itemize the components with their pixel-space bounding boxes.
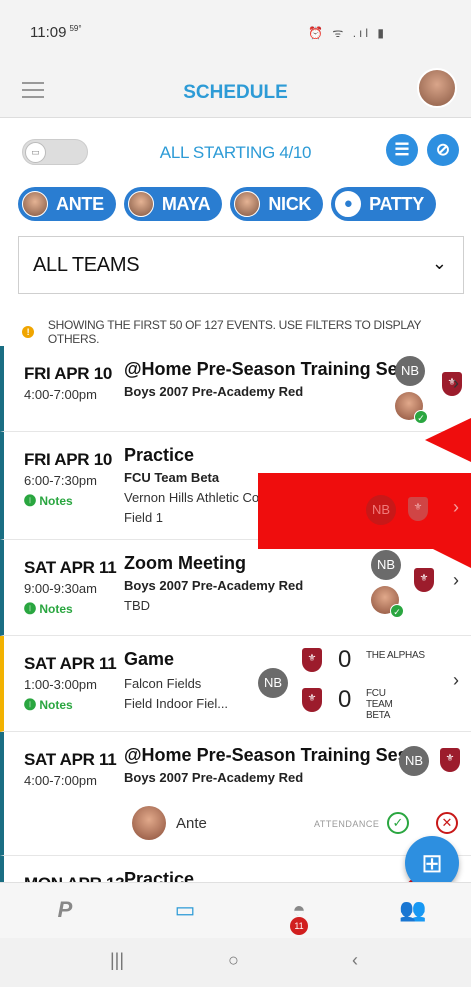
- event-title: Practice: [124, 869, 195, 882]
- event-row[interactable]: SAT APR 11 1:00-3:00pm 🅘 Notes Game Falc…: [0, 636, 471, 732]
- status-icons: ⏰ ᯤ .ıl ▮: [308, 26, 387, 40]
- filter-icon[interactable]: ☰: [386, 134, 418, 166]
- attendee-name: Ante: [176, 815, 207, 832]
- messages-badge: 11: [290, 917, 308, 935]
- event-date: FRI APR 10: [24, 364, 113, 383]
- info-icon: !: [22, 326, 34, 338]
- event-title: Practice: [124, 445, 195, 465]
- event-time: 4:00-7:00pm: [24, 773, 97, 788]
- chevron-right-icon: ›: [453, 497, 459, 517]
- back-icon[interactable]: ‹: [352, 950, 358, 971]
- away-score: 0: [338, 686, 352, 713]
- event-row[interactable]: MON APR 13 Practice: [0, 856, 471, 882]
- bottom-tab-bar: P ▭ ◓ 11 👥: [0, 882, 471, 938]
- nb-badge: NB: [395, 356, 425, 386]
- event-date: SAT APR 11: [24, 558, 117, 577]
- nb-badge: NB: [366, 495, 396, 525]
- annotation-box: NB ⚜ ›: [258, 473, 471, 549]
- check-icon: ✓: [414, 410, 428, 424]
- team-select[interactable]: ALL TEAMS ⌄: [18, 236, 464, 294]
- event-time: 6:00-7:30pm: [24, 473, 97, 488]
- event-row[interactable]: SAT APR 11 4:00-7:00pm @Home Pre-Season …: [0, 732, 471, 856]
- events-notice: ! SHOWING THE FIRST 50 OF 127 EVENTS. US…: [22, 318, 471, 346]
- home-score: 0: [338, 646, 352, 673]
- event-time: 9:00-9:30am: [24, 581, 97, 596]
- chip-patty[interactable]: ● PATTY: [331, 187, 436, 221]
- team-shield-icon: ⚜: [302, 688, 322, 712]
- event-date: FRI APR 10: [24, 450, 113, 469]
- event-notes[interactable]: 🅘 Notes: [24, 492, 73, 509]
- people-icon[interactable]: 👥: [398, 895, 428, 925]
- add-event-icon: ⊞: [421, 848, 443, 878]
- check-icon: ✓: [390, 604, 404, 618]
- event-time: 4:00-7:00pm: [24, 387, 97, 402]
- attendance-label: ATTENDANCE: [314, 819, 380, 829]
- event-title: @Home Pre-Season Training Sess: [124, 359, 418, 379]
- team-select-value: ALL TEAMS: [33, 254, 140, 276]
- nb-badge: NB: [371, 550, 401, 580]
- calendar-icon[interactable]: ▭: [170, 895, 200, 925]
- team-shield-icon: ⚜: [302, 648, 322, 672]
- home-icon[interactable]: ○: [228, 950, 239, 971]
- chevron-right-icon: ›: [453, 373, 459, 393]
- app-header: SCHEDULE: [0, 52, 471, 118]
- team-shield-icon: ⚜: [414, 568, 434, 592]
- team-shield-icon: ⚜: [408, 497, 428, 521]
- event-row[interactable]: SAT APR 11 9:00-9:30am 🅘 Notes Zoom Meet…: [0, 540, 471, 636]
- event-title: Game: [124, 649, 175, 669]
- playmetrics-icon[interactable]: P: [50, 895, 80, 925]
- chip-nick[interactable]: NICK: [230, 187, 324, 221]
- chip-ante[interactable]: ANTE: [18, 187, 116, 221]
- nb-badge: NB: [399, 746, 429, 776]
- person-chips: ANTE MAYA NICK ● PATTY: [18, 187, 436, 221]
- event-notes[interactable]: 🅘 Notes: [24, 696, 73, 713]
- event-title: Zoom Meeting: [124, 553, 246, 573]
- event-team: Boys 2007 Pre-Academy Red: [124, 578, 304, 593]
- attend-no-button[interactable]: ✕: [436, 812, 458, 834]
- event-date: SAT APR 11: [24, 750, 117, 769]
- avatar: [132, 806, 166, 840]
- avatar[interactable]: [417, 68, 457, 108]
- event-row[interactable]: FRI APR 10 4:00-7:00pm @Home Pre-Season …: [0, 346, 471, 432]
- event-team: Boys 2007 Pre-Academy Red: [124, 384, 304, 399]
- event-team: Boys 2007 Pre-Academy Red: [124, 770, 304, 785]
- system-nav-bar: ||| ○ ‹: [0, 938, 471, 987]
- chevron-down-icon: ⌄: [431, 253, 447, 273]
- avatar: [127, 191, 154, 217]
- event-location: TBD: [124, 598, 150, 613]
- away-team-name: FCU TEAM BETA: [366, 688, 393, 721]
- event-field: Field 1: [124, 510, 164, 525]
- avatar: [22, 191, 48, 217]
- status-bar: 11:09 59° ⏰ ᯤ .ıl ▮: [0, 0, 471, 52]
- event-time: 1:00-3:00pm: [24, 677, 97, 692]
- event-team: FCU Team Beta: [124, 470, 220, 485]
- avatar: [234, 191, 261, 217]
- attend-yes-button[interactable]: ✓: [387, 812, 409, 834]
- chevron-right-icon: ›: [453, 570, 459, 590]
- user-icon: ●: [335, 191, 362, 217]
- event-title: @Home Pre-Season Training Sess: [124, 745, 418, 765]
- event-date: SAT APR 11: [24, 654, 117, 673]
- page-title: SCHEDULE: [183, 82, 288, 103]
- home-team-name: THE ALPHAS: [366, 650, 425, 661]
- link-icon[interactable]: ⊘: [427, 134, 459, 166]
- filter-panel: ▭ ALL STARTING 4/10 ☰ ⊘ ANTE MAYA NICK ●…: [0, 119, 471, 297]
- status-time: 11:09 59°: [30, 24, 82, 41]
- team-shield-icon: ⚜: [440, 748, 460, 772]
- event-field: Field Indoor Fiel...: [124, 696, 229, 711]
- event-location: Falcon Fields: [124, 676, 202, 691]
- chip-maya[interactable]: MAYA: [123, 187, 223, 221]
- chevron-right-icon: ›: [453, 670, 459, 690]
- recent-apps-icon[interactable]: |||: [110, 950, 124, 971]
- team-shield-icon: ⚜: [442, 372, 462, 396]
- events-list[interactable]: FRI APR 10 4:00-7:00pm @Home Pre-Season …: [0, 346, 471, 882]
- event-notes[interactable]: 🅘 Notes: [24, 600, 73, 617]
- nb-badge: NB: [258, 668, 288, 698]
- event-date: MON APR 13: [24, 874, 125, 882]
